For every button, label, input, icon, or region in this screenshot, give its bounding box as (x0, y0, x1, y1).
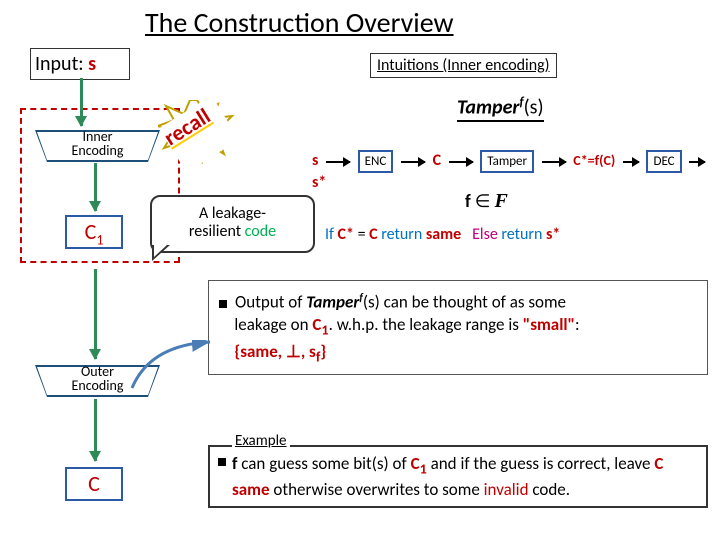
arrow-outer-to-c (94, 399, 97, 461)
f-in-F: f ∈ F (465, 190, 508, 213)
speech-line1: A leakage- (199, 204, 266, 223)
pipeline-sstar: s* (312, 173, 326, 192)
output-leakage-note: Output of Tamperf(s) can be thought of a… (208, 280, 708, 375)
tamper-formula: Tamperf(s) (457, 95, 544, 122)
speech-tail-icon (152, 245, 170, 261)
arrow-icon (689, 161, 705, 163)
arrow-icon (401, 161, 425, 163)
c1-box: C1 (65, 215, 123, 249)
bullet-icon (219, 300, 227, 308)
leakage-code-callout: A leakage- resilient code (150, 195, 315, 253)
pipeline-c: C (433, 151, 441, 170)
pipeline-s: s (312, 151, 318, 170)
example-label: Example (232, 432, 290, 450)
arrow-inner-to-c1 (94, 163, 97, 211)
arrow-icon (449, 161, 473, 163)
input-box: Input: s (30, 48, 130, 80)
inner-encoding-block: Inner Encoding (35, 130, 160, 162)
encoding-pipeline: s ENC C Tamper C*=f(C) DEC s* (310, 150, 710, 180)
example-box: f can guess some bit(s) of C1 and if the… (208, 445, 708, 508)
return-rule: If C* = C return same Else return s* (325, 225, 560, 244)
speech-line2a: resilient (189, 222, 245, 241)
arrow-icon (623, 161, 639, 163)
arrow-icon (542, 161, 566, 163)
inner-encoding-label: Inner Encoding (35, 130, 160, 158)
speech-code-word: code (245, 222, 276, 241)
input-label: Input: (35, 52, 88, 76)
connector-arrow-icon (120, 340, 240, 400)
arrow-c1-to-outer (94, 269, 97, 359)
page-title: The Construction Overview (145, 5, 454, 40)
arrow-input-to-inner (80, 78, 83, 126)
arrow-icon (326, 161, 350, 163)
intuitions-label: Intuitions (Inner encoding) (370, 53, 557, 78)
pipeline-cstar: C*=f(C) (573, 152, 615, 169)
c-box: C (65, 467, 123, 501)
pipeline-tamper: Tamper (480, 150, 534, 173)
input-var-s: s (88, 52, 96, 76)
pipeline-enc: ENC (358, 150, 394, 173)
bullet-icon (218, 458, 226, 466)
pipeline-dec: DEC (646, 150, 681, 173)
